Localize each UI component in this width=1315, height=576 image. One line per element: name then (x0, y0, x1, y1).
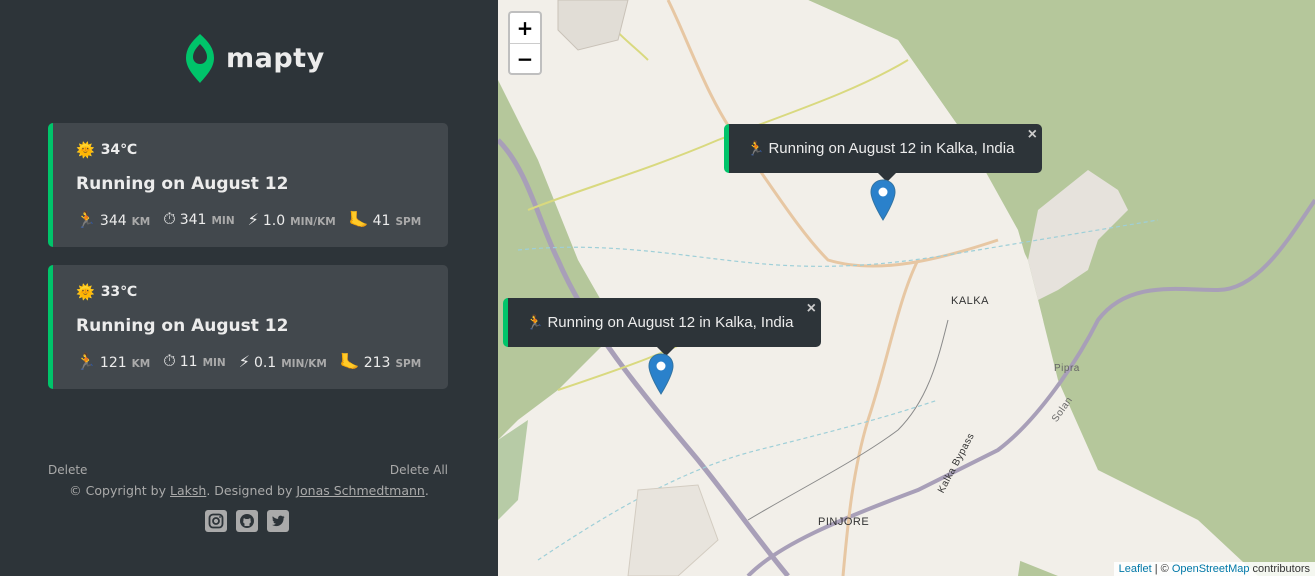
author-link[interactable]: Laksh (170, 483, 206, 498)
copyright: © Copyright by Laksh. Designed by Jonas … (0, 483, 498, 498)
workout-card[interactable]: 🌞 34℃ Running on August 12 🏃 344 KM ⏱ 34… (48, 123, 448, 247)
runner-icon: 🏃 (747, 140, 765, 156)
designed-by-text: . Designed by (206, 483, 297, 498)
lightning-icon: ⚡ (238, 351, 250, 371)
sidebar-actions: Delete Delete All (48, 463, 448, 477)
lightning-icon: ⚡ (247, 209, 259, 229)
cadence-unit: SPM (395, 357, 422, 370)
distance-value: 121 (99, 354, 127, 371)
sun-icon: 🌞 (76, 141, 95, 159)
map-label-kalka: KALKA (951, 295, 989, 307)
pace-value: 0.1 (253, 354, 277, 371)
attribution-contributors: contributors (1249, 563, 1310, 575)
workout-details: 🏃 344 KM ⏱ 341 MIN ⚡ 1.0 MIN/KM 🦶 41 SPM (76, 209, 434, 229)
pace-unit: MIN/KM (281, 357, 327, 370)
weather: 🌞 34℃ (76, 141, 137, 159)
workout-title: Running on August 12 (76, 316, 289, 336)
pace-value: 1.0 (262, 212, 286, 229)
zoom-out-button[interactable]: − (510, 43, 540, 73)
delete-all-button[interactable]: Delete All (390, 463, 448, 477)
sidebar: mapty 🌞 34℃ Running on August 12 🏃 344 K… (0, 0, 498, 576)
popup-close-button[interactable]: × (1028, 126, 1037, 144)
zoom-control: + − (508, 11, 542, 75)
map-marker-icon[interactable] (648, 353, 674, 395)
workout-card[interactable]: 🌞 33℃ Running on August 12 🏃 121 KM ⏱ 11… (48, 265, 448, 389)
designer-link[interactable]: Jonas Schmedtmann (296, 483, 425, 498)
duration-unit: MIN (202, 357, 226, 369)
detail-pace: ⚡ 1.0 MIN/KM (248, 210, 336, 229)
weather: 🌞 33℃ (76, 283, 137, 301)
detail-distance: 🏃 344 KM (76, 210, 150, 229)
zoom-in-button[interactable]: + (510, 13, 540, 43)
distance-value: 344 (99, 212, 127, 229)
map-label-pipra: Pipra (1054, 363, 1080, 374)
instagram-icon[interactable] (205, 510, 227, 532)
runner-icon: 🏃 (76, 209, 96, 229)
workout-details: 🏃 121 KM ⏱ 11 MIN ⚡ 0.1 MIN/KM 🦶 213 SPM (76, 351, 434, 371)
duration-value: 11 (179, 354, 198, 370)
map-attribution: Leaflet | © OpenStreetMap contributors (1113, 562, 1315, 576)
popup-text: Running on August 12 in Kalka, India (547, 314, 794, 331)
distance-unit: KM (131, 215, 151, 228)
copyright-prefix: © Copyright by (69, 483, 170, 498)
popup-text: Running on August 12 in Kalka, India (768, 140, 1015, 157)
map-popup[interactable]: 🏃 Running on August 12 in Kalka, India × (724, 124, 1042, 182)
osm-link[interactable]: OpenStreetMap (1172, 563, 1250, 575)
map-tiles (498, 0, 1315, 576)
detail-duration: ⏱ 11 MIN (163, 351, 225, 371)
app-name: mapty (226, 42, 325, 74)
duration-unit: MIN (211, 215, 235, 227)
twitter-icon[interactable] (267, 510, 289, 532)
distance-unit: KM (131, 357, 151, 370)
map-label-pinjore: PINJORE (818, 516, 870, 528)
github-icon[interactable] (236, 510, 258, 532)
temperature: 34℃ (100, 142, 138, 158)
logo: mapty (184, 32, 325, 84)
stopwatch-icon: ⏱ (163, 351, 176, 370)
runner-icon: 🏃 (526, 314, 544, 330)
duration-value: 341 (179, 212, 207, 228)
workout-title: Running on August 12 (76, 174, 289, 194)
detail-distance: 🏃 121 KM (76, 352, 150, 371)
cadence-unit: SPM (395, 215, 422, 228)
popup-close-button[interactable]: × (807, 300, 816, 318)
map-pin-logo-icon (186, 34, 214, 83)
leaflet-link[interactable]: Leaflet (1119, 563, 1152, 575)
detail-cadence: 🦶 41 SPM (349, 210, 421, 229)
delete-button[interactable]: Delete (48, 463, 87, 477)
attribution-separator: | © (1151, 563, 1172, 575)
temperature: 33℃ (100, 284, 138, 300)
map-marker-icon[interactable] (870, 179, 896, 221)
foot-icon: 🦶 (348, 209, 369, 229)
detail-cadence: 🦶 213 SPM (340, 352, 421, 371)
cadence-value: 41 (372, 212, 391, 229)
copyright-suffix: . (424, 483, 429, 498)
runner-icon: 🏃 (76, 351, 96, 371)
map-popup[interactable]: 🏃 Running on August 12 in Kalka, India × (503, 298, 821, 356)
sun-icon: 🌞 (76, 283, 95, 301)
cadence-value: 213 (363, 354, 391, 371)
social-links (205, 510, 289, 532)
pace-unit: MIN/KM (290, 215, 336, 228)
foot-icon: 🦶 (339, 351, 360, 371)
detail-pace: ⚡ 0.1 MIN/KM (239, 352, 327, 371)
stopwatch-icon: ⏱ (163, 209, 176, 228)
map[interactable]: KALKA PINJORE Pipra Kalka Bypass Solan +… (498, 0, 1315, 576)
detail-duration: ⏱ 341 MIN (163, 209, 234, 229)
